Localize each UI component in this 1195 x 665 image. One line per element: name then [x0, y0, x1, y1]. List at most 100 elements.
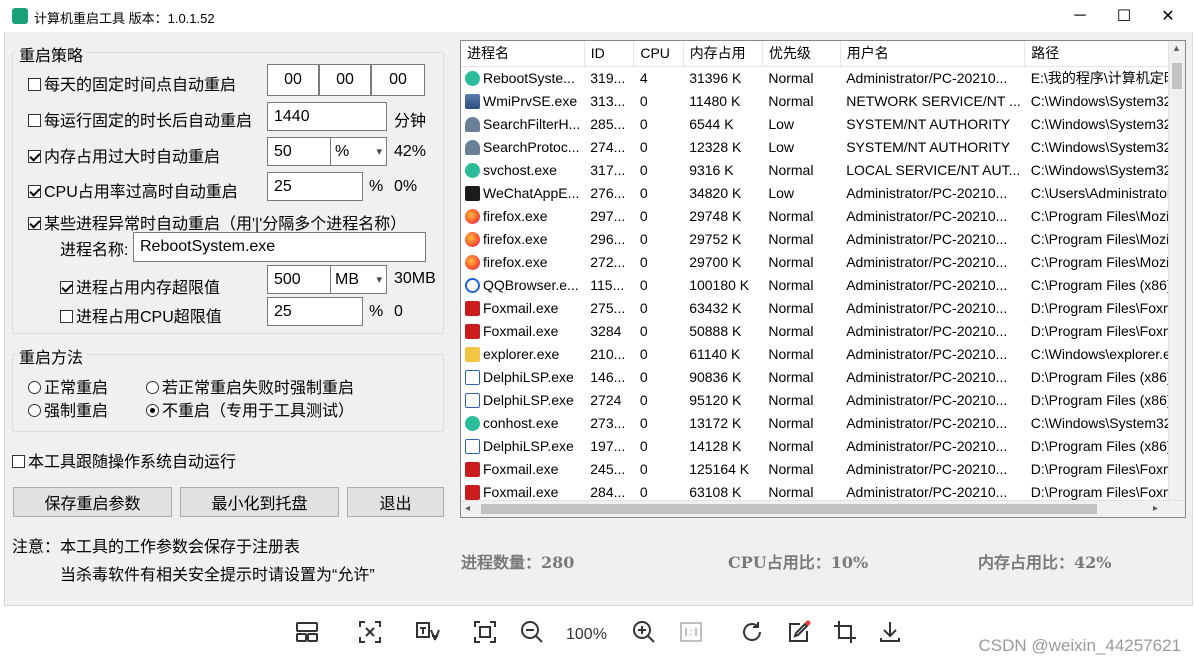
table-cell-id: 146... — [590, 368, 626, 385]
table-row[interactable]: SearchFilterH... 285... 0 6544 K Low SYSTEM/N… — [461, 112, 1185, 135]
rotate-icon[interactable] — [737, 617, 767, 647]
column-header-user[interactable]: 用户名 — [840, 41, 1026, 67]
table-row[interactable]: WmiPrvSE.exe 313... 0 11480 K Normal NETWORK … — [461, 89, 1185, 112]
radio-no-restart-dot[interactable] — [146, 404, 159, 417]
table-cell-prio: Normal — [768, 322, 814, 339]
edit-icon[interactable] — [784, 617, 814, 647]
memory-checkbox[interactable]: 内存占用过大时自动重启 — [28, 143, 220, 167]
scroll-up-icon[interactable]: ▲ — [1172, 43, 1181, 53]
cpu-current: 0% — [394, 178, 418, 195]
table-row[interactable]: Foxmail.exe 3284 0 50888 K Normal Administrat… — [461, 319, 1185, 342]
column-header-memory[interactable]: 内存占用 — [683, 41, 763, 67]
fixed-time-check-box[interactable] — [28, 78, 41, 91]
radio-normal-dot[interactable] — [28, 381, 41, 394]
run-duration-input[interactable]: 1440 — [267, 102, 387, 131]
autostart-checkbox[interactable]: 本工具跟随操作系统自动运行 — [12, 448, 236, 472]
process-mem-check-box[interactable] — [60, 281, 73, 294]
table-cell-prio: Normal — [768, 437, 814, 454]
fixed-hour-input[interactable]: 00 — [267, 64, 319, 96]
column-header-id[interactable]: ID — [584, 41, 635, 67]
table-row[interactable]: DelphiLSP.exe 197... 0 14128 K Normal Adminis… — [461, 434, 1185, 457]
table-cell-cpu: 0 — [639, 391, 648, 408]
run-duration-checkbox[interactable]: 每运行固定的时长后自动重启 — [28, 107, 252, 131]
table-cell-mem: 34820 K — [689, 184, 742, 201]
table-cell-user: Administrator/PC-20210... — [846, 322, 1008, 339]
fixed-minute-input[interactable]: 00 — [319, 64, 371, 96]
strategy-group-title: 重启策略 — [16, 42, 87, 66]
table-row[interactable]: SearchProtoc... 274... 0 12328 K Low SYSTEM/N… — [461, 135, 1185, 158]
process-cpu-input[interactable]: 25 — [267, 297, 363, 326]
process-cpu-check-box[interactable] — [60, 310, 73, 323]
process-checkbox[interactable]: 某些进程异常时自动重启（用'|'分隔多个进程名称） — [28, 210, 406, 234]
save-button[interactable]: 保存重启参数 — [13, 487, 172, 517]
column-header-priority[interactable]: 优先级 — [762, 41, 841, 67]
scroll-right-icon[interactable]: ▸ — [1153, 503, 1158, 514]
table-row[interactable]: explorer.exe 210... 0 61140 K Normal Administ… — [461, 342, 1185, 365]
table-row[interactable]: firefox.exe 272... 0 29700 K Normal Administr… — [461, 250, 1185, 273]
table-row[interactable]: firefox.exe 296... 0 29752 K Normal Administr… — [461, 227, 1185, 250]
cpu-checkbox[interactable]: CPU占用率过高时自动重启 — [28, 178, 238, 202]
radio-no-restart[interactable]: 不重启（专用于工具测试） — [146, 397, 354, 421]
crop-icon[interactable] — [830, 617, 860, 647]
horizontal-scroll-thumb[interactable] — [481, 504, 1097, 514]
horizontal-scrollbar[interactable]: ◂ ▸ — [461, 500, 1185, 517]
vertical-scrollbar[interactable]: ▲ — [1168, 41, 1185, 501]
table-row[interactable]: Foxmail.exe 245... 0 125164 K Normal Administ… — [461, 457, 1185, 480]
process-mem-input[interactable]: 500 — [267, 265, 331, 294]
process-name: DelphiLSP.exe — [483, 437, 574, 454]
table-row[interactable]: QQBrowser.e... 115... 0 100180 K Normal Admin… — [461, 273, 1185, 296]
table-cell-name: firefox.exe — [461, 204, 584, 227]
zoom-in-icon[interactable] — [629, 617, 659, 647]
watermark: CSDN @weixin_44257621 — [978, 636, 1181, 655]
table-row[interactable]: svchost.exe 317... 0 9316 K Normal LOCAL SERV… — [461, 158, 1185, 181]
table-row[interactable]: conhost.exe 273... 0 13172 K Normal Administr… — [461, 411, 1185, 434]
select-region-icon[interactable] — [355, 617, 385, 647]
radio-force-dot[interactable] — [28, 404, 41, 417]
close-button[interactable]: ✕ — [1148, 4, 1188, 28]
table-row[interactable]: RebootSyste... 319... 4 31396 K Normal Admini… — [461, 66, 1185, 89]
memory-unit-select[interactable]: % ▾ — [330, 137, 387, 166]
radio-force-restart[interactable]: 强制重启 — [28, 397, 108, 421]
fixed-second-input[interactable]: 00 — [371, 64, 425, 96]
autostart-check-box[interactable] — [12, 455, 25, 468]
table-row[interactable]: DelphiLSP.exe 2724 0 95120 K Normal Administr… — [461, 388, 1185, 411]
translate-icon[interactable] — [413, 617, 443, 647]
vertical-scroll-thumb[interactable] — [1172, 63, 1182, 89]
zoom-out-icon[interactable] — [517, 617, 547, 647]
column-header-path[interactable]: 路径 — [1024, 41, 1185, 67]
layout-icon[interactable] — [292, 617, 322, 647]
radio-force-if-fail[interactable]: 若正常重启失败时强制重启 — [146, 374, 354, 398]
column-header-name[interactable]: 进程名 — [461, 41, 585, 67]
table-cell-name: firefox.exe — [461, 250, 584, 273]
table-cell-user: Administrator/PC-20210... — [846, 368, 1008, 385]
exit-button[interactable]: 退出 — [347, 487, 444, 517]
download-icon[interactable] — [875, 617, 905, 647]
run-duration-check-box[interactable] — [28, 114, 41, 127]
table-row[interactable]: DelphiLSP.exe 146... 0 90836 K Normal Adminis… — [461, 365, 1185, 388]
radio-force-if-fail-dot[interactable] — [146, 381, 159, 394]
minimize-button[interactable]: ─ — [1060, 4, 1100, 28]
table-row[interactable]: firefox.exe 297... 0 29748 K Normal Administr… — [461, 204, 1185, 227]
scroll-left-icon[interactable]: ◂ — [465, 503, 470, 514]
cpu-check-box[interactable] — [28, 185, 41, 198]
process-cpu-current: 0 — [394, 303, 403, 320]
radio-normal-restart[interactable]: 正常重启 — [28, 374, 108, 398]
cpu-threshold-input[interactable]: 25 — [267, 172, 363, 201]
process-name: RebootSyste... — [483, 69, 575, 86]
table-row[interactable]: WeChatAppE... 276... 0 34820 K Low Administra… — [461, 181, 1185, 204]
minimize-to-tray-button[interactable]: 最小化到托盘 — [180, 487, 339, 517]
process-cpu-checkbox[interactable]: 进程占用CPU超限值 — [60, 303, 222, 327]
maximize-button[interactable]: ☐ — [1104, 4, 1144, 28]
fixed-time-checkbox[interactable]: 每天的固定时间点自动重启 — [28, 71, 236, 95]
column-header-cpu[interactable]: CPU — [633, 41, 684, 67]
memory-check-box[interactable] — [28, 150, 41, 163]
memory-threshold-input[interactable]: 50 — [267, 137, 331, 166]
process-name-input[interactable]: RebootSystem.exe — [133, 232, 426, 262]
actual-size-icon[interactable] — [676, 617, 706, 647]
process-table[interactable]: 进程名 ID CPU 内存占用 优先级 用户名 路径 RebootSyste..… — [460, 40, 1186, 518]
table-row[interactable]: Foxmail.exe 275... 0 63432 K Normal Administr… — [461, 296, 1185, 319]
process-mem-checkbox[interactable]: 进程占用内存超限值 — [60, 274, 220, 298]
fit-screen-icon[interactable] — [470, 617, 500, 647]
process-check-box[interactable] — [28, 217, 41, 230]
process-mem-unit-select[interactable]: MB ▾ — [330, 265, 387, 294]
